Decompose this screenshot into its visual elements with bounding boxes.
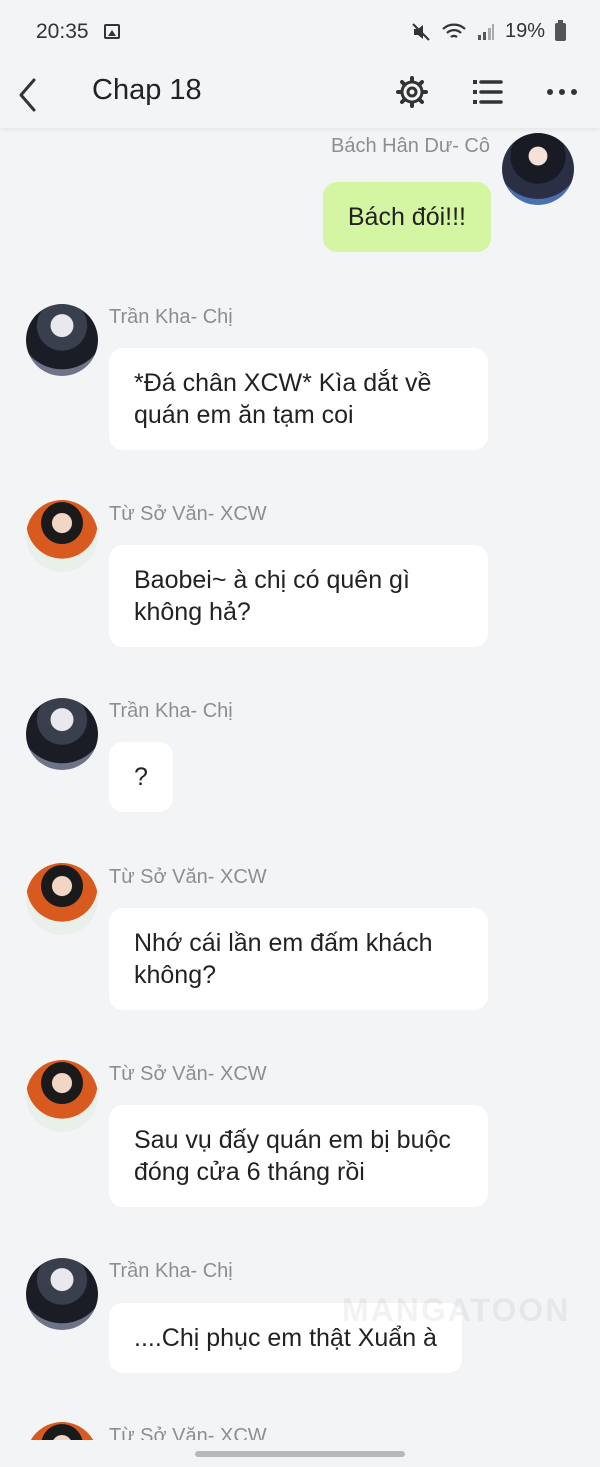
chevron-left-icon[interactable]	[14, 72, 54, 118]
avatar[interactable]	[502, 133, 574, 205]
sender-name: Trần Kha- Chị	[109, 1260, 233, 1282]
wifi-icon	[442, 23, 466, 38]
signal-icon	[477, 23, 494, 40]
list-icon[interactable]	[468, 72, 508, 112]
sender-name: Từ Sở Văn- XCW	[109, 1425, 267, 1440]
more-horizontal-icon[interactable]	[542, 72, 582, 112]
avatar[interactable]	[26, 1258, 98, 1330]
message-bubble: Bách đói!!!	[322, 182, 491, 252]
sender-name: Từ Sở Văn- XCW	[109, 503, 267, 525]
sender-name: Trần Kha- Chị	[109, 700, 233, 722]
status-time: 20:35	[36, 20, 89, 43]
status-indicators: 19%	[411, 19, 566, 43]
message-bubble: Nhớ cái lần em đấm khách không?	[109, 908, 488, 1010]
status-bar: 20:35 19%	[0, 0, 600, 62]
home-indicator[interactable]	[195, 1451, 405, 1457]
chat-list[interactable]: Bách Hân Dư- Cô Bách đói!!! Trần Kha- Ch…	[0, 128, 600, 1440]
avatar[interactable]	[26, 863, 98, 935]
avatar[interactable]	[26, 1060, 98, 1132]
message-bubble: *Đá chân XCW* Kìa dắt về quán em ăn tạm …	[109, 348, 488, 450]
image-icon	[104, 24, 120, 39]
sender-name: Từ Sở Văn- XCW	[109, 1063, 267, 1085]
avatar[interactable]	[26, 304, 98, 376]
message-bubble: Sau vụ đấy quán em bị buộc đóng cửa 6 th…	[109, 1105, 488, 1207]
sender-name: Trần Kha- Chị	[109, 306, 233, 328]
message-bubble: ?	[109, 742, 173, 812]
avatar[interactable]	[26, 500, 98, 572]
avatar[interactable]	[26, 698, 98, 770]
mute-icon	[412, 22, 430, 41]
gear-icon[interactable]	[392, 72, 432, 112]
page-title: Chap 18	[92, 74, 202, 106]
battery-icon	[555, 19, 566, 41]
watermark: MANGATOON	[342, 1292, 571, 1328]
message-bubble: Baobei~ à chị có quên gì không hả?	[109, 545, 488, 647]
battery-percent: 19%	[504, 20, 545, 42]
avatar[interactable]	[26, 1422, 98, 1440]
app-header: Chap 18	[0, 62, 600, 128]
sender-name: Bách Hân Dư- Cô	[330, 135, 490, 157]
sender-name: Từ Sở Văn- XCW	[109, 866, 267, 888]
